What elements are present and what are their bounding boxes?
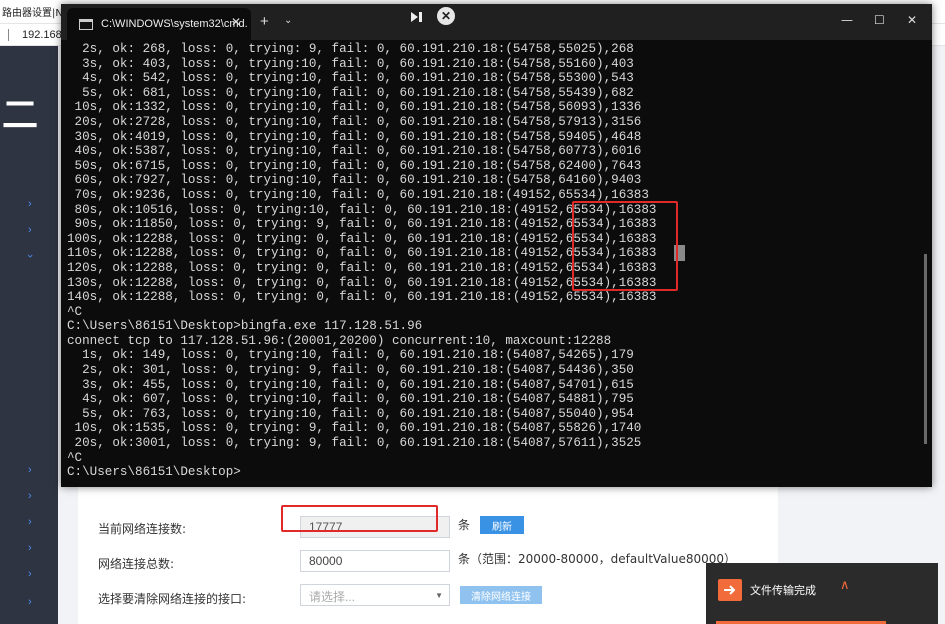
cmd-window[interactable]: C:\WINDOWS\system32\cmd. ✕ + ⌄ ✕ — ☐ ✕ 2… — [61, 4, 932, 487]
sidebar-chevron-icon[interactable]: › — [28, 596, 32, 608]
terminal-line: 30s, ok:4019, loss: 0, trying:10, fail: … — [67, 129, 642, 144]
chevron-down-icon[interactable]: ⌄ — [284, 15, 292, 26]
highlight-box-current-conn — [281, 505, 438, 532]
terminal-line: 80s, ok:10516, loss: 0, trying:10, fail:… — [67, 202, 657, 217]
terminal-line: 5s, ok: 681, loss: 0, trying:10, fail: 0… — [67, 85, 634, 100]
current-conn-label: 当前网络连接数: — [98, 522, 187, 536]
capture-toolbar: ✕ — [399, 4, 475, 32]
highlight-box-maxcount — [572, 201, 678, 291]
total-conn-unit: 条（范围：20000-80000，defaultValue80000） — [458, 552, 737, 566]
cmd-titlebar[interactable]: C:\WINDOWS\system32\cmd. ✕ + ⌄ ✕ — ☐ ✕ — [61, 4, 932, 40]
terminal-line: 10s, ok:1332, loss: 0, trying:10, fail: … — [67, 100, 642, 115]
total-conn-input[interactable]: 80000 — [300, 550, 450, 572]
terminal-line: 20s, ok:3001, loss: 0, trying: 9, fail: … — [67, 436, 642, 451]
terminal-line: 110s, ok:12288, loss: 0, trying: 0, fail… — [67, 246, 657, 261]
app-sidebar: 二 › › › › › › › › › — [0, 46, 58, 624]
maximize-button[interactable]: ☐ — [874, 13, 885, 27]
refresh-button[interactable]: 刷新 — [480, 516, 524, 534]
terminal-line: 60s, ok:7927, loss: 0, trying:10, fail: … — [67, 173, 642, 188]
toast-text: 文件传输完成 — [750, 584, 816, 597]
pin-icon[interactable] — [409, 9, 425, 28]
address-separator — [8, 29, 9, 41]
sidebar-chevron-icon[interactable]: › — [28, 542, 32, 554]
tab-close-icon[interactable]: ✕ — [231, 15, 241, 29]
chevron-up-icon[interactable]: ∧ — [840, 577, 850, 593]
terminal-icon — [79, 19, 93, 30]
sidebar-logo-glyph: 二 — [2, 95, 39, 136]
terminal-line: 90s, ok:11850, loss: 0, trying: 9, fail:… — [67, 217, 657, 232]
sidebar-chevron-icon[interactable]: › — [28, 224, 32, 236]
sidebar-chevron-icon[interactable]: › — [28, 568, 32, 580]
cmd-tab-title: C:\WINDOWS\system32\cmd. — [101, 18, 248, 30]
interface-select-placeholder: 请选择... — [309, 590, 356, 604]
total-conn-label: 网络连接总数: — [98, 557, 175, 571]
sidebar-chevron-icon[interactable]: › — [28, 516, 32, 528]
close-button[interactable]: ✕ — [907, 13, 917, 27]
new-tab-button[interactable]: + — [260, 13, 269, 30]
terminal-line: 5s, ok: 763, loss: 0, trying:10, fail: 0… — [67, 406, 634, 421]
terminal-line: 140s, ok:12288, loss: 0, trying: 0, fail… — [67, 290, 657, 305]
terminal-line: 40s, ok:5387, loss: 0, trying:10, fail: … — [67, 144, 642, 159]
terminal-line: 130s, ok:12288, loss: 0, trying: 0, fail… — [67, 275, 657, 290]
terminal-line: 50s, ok:6715, loss: 0, trying:10, fail: … — [67, 158, 642, 173]
address-text[interactable]: 192.168 — [22, 29, 62, 41]
cmd-tab[interactable]: C:\WINDOWS\system32\cmd. ✕ — [67, 8, 251, 40]
current-conn-unit: 条 — [458, 518, 471, 532]
terminal-line: 4s, ok: 607, loss: 0, trying:10, fail: 0… — [67, 392, 634, 407]
terminal-line: ^C — [67, 304, 83, 319]
terminal-line: 20s, ok:2728, loss: 0, trying:10, fail: … — [67, 114, 642, 129]
clear-connections-button[interactable]: 清除网络连接 — [460, 586, 542, 604]
terminal-line: 1s, ok: 149, loss: 0, trying:10, fail: 0… — [67, 348, 634, 363]
file-transfer-icon — [718, 579, 742, 601]
select-arrow-icon: ▼ — [435, 591, 443, 600]
terminal-line: 3s, ok: 455, loss: 0, trying:10, fail: 0… — [67, 377, 634, 392]
terminal-line: C:\Users\86151\Desktop> — [67, 465, 241, 480]
clear-iface-label: 选择要清除网络连接的接口: — [98, 592, 247, 606]
terminal-output[interactable]: 2s, ok: 268, loss: 0, trying: 9, fail: 0… — [67, 42, 917, 482]
terminal-line: C:\Users\86151\Desktop>bingfa.exe 117.12… — [67, 319, 423, 334]
terminal-line: 2s, ok: 268, loss: 0, trying: 9, fail: 0… — [67, 42, 634, 56]
screen: 路由器设置|NAT配 192.168 二 › › › › › › › › › 当… — [0, 0, 945, 624]
terminal-line: ^C — [67, 450, 83, 465]
sidebar-chevron-icon[interactable]: › — [28, 464, 32, 476]
terminal-line: 2s, ok: 301, loss: 0, trying: 9, fail: 0… — [67, 363, 634, 378]
terminal-line: 100s, ok:12288, loss: 0, trying: 0, fail… — [67, 231, 657, 246]
terminal-line: 4s, ok: 542, loss: 0, trying:10, fail: 0… — [67, 71, 634, 86]
interface-select[interactable]: 请选择... ▼ — [300, 584, 450, 606]
terminal-line: connect tcp to 117.128.51.96:(20001,2020… — [67, 333, 612, 348]
file-transfer-toast[interactable]: 文件传输完成 ∧ — [706, 563, 938, 624]
sidebar-chevron-down-icon[interactable]: › — [24, 254, 36, 258]
sidebar-chevron-icon[interactable]: › — [28, 198, 32, 210]
close-circle-icon[interactable]: ✕ — [437, 7, 455, 25]
minimize-button[interactable]: — — [841, 13, 853, 27]
terminal-line: 3s, ok: 403, loss: 0, trying:10, fail: 0… — [67, 56, 634, 71]
scrollbar[interactable] — [924, 254, 927, 444]
terminal-line: 120s, ok:12288, loss: 0, trying: 0, fail… — [67, 260, 657, 275]
terminal-line: 70s, ok:9236, loss: 0, trying:10, fail: … — [67, 187, 649, 202]
sidebar-chevron-icon[interactable]: › — [28, 490, 32, 502]
terminal-line: 10s, ok:1535, loss: 0, trying: 9, fail: … — [67, 421, 642, 436]
